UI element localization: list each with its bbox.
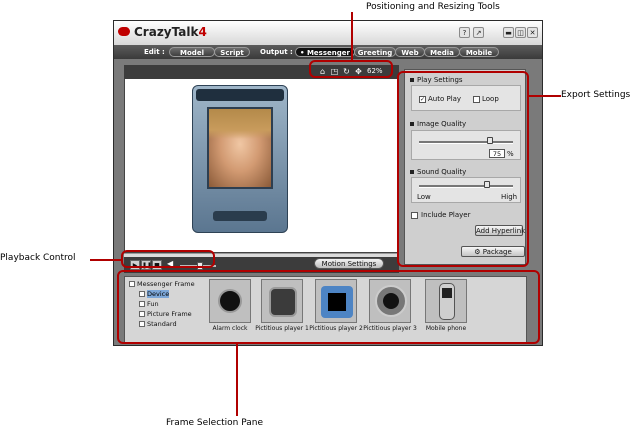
- close-button[interactable]: ✕: [527, 27, 538, 38]
- avatar-face-image: [207, 107, 273, 189]
- minimize-button[interactable]: ▬: [503, 27, 514, 38]
- frame-top-bar: [196, 89, 284, 101]
- tab-mobile[interactable]: Mobile: [459, 47, 499, 57]
- app-logo: CrazyTalk4: [134, 25, 207, 39]
- highlight-frame-selection: [117, 270, 540, 344]
- highlight-positioning-tools: [309, 60, 393, 78]
- logo-mark-icon: [118, 27, 130, 36]
- restore-button[interactable]: ◫: [515, 27, 526, 38]
- tab-greeting[interactable]: Greeting: [354, 47, 396, 57]
- help-button[interactable]: ?: [459, 27, 470, 38]
- leader-playback: [90, 259, 121, 261]
- avatar-hair: [209, 109, 271, 139]
- leader-export: [529, 95, 561, 97]
- tool-button[interactable]: ↗: [473, 27, 484, 38]
- leader-frames: [236, 344, 238, 416]
- leader-positioning: [351, 12, 353, 60]
- frame-bottom-controls: [213, 211, 267, 221]
- tab-messenger[interactable]: • Messenger: [295, 47, 355, 57]
- callout-positioning-tools: Positioning and Resizing Tools: [366, 2, 500, 12]
- mode-menu-bar: Edit : Model Script Output : • Messenger…: [114, 45, 542, 59]
- callout-export-settings: Export Settings: [561, 90, 631, 100]
- output-label: Output :: [260, 48, 293, 56]
- callout-frame-selection: Frame Selection Pane: [166, 418, 264, 428]
- app-title: CrazyTalk: [134, 25, 199, 39]
- tab-web[interactable]: Web: [395, 47, 425, 57]
- edit-label: Edit :: [144, 48, 165, 56]
- messenger-frame-preview: [192, 85, 288, 233]
- title-bar: CrazyTalk4 ? ↗ ▬ ◫ ✕: [114, 21, 542, 45]
- tab-script[interactable]: Script: [214, 47, 250, 57]
- highlight-playback-control: [121, 250, 215, 268]
- callout-playback-control: Playback Control: [0, 253, 76, 263]
- tab-model[interactable]: Model: [169, 47, 215, 57]
- highlight-export-settings: [397, 71, 529, 267]
- tab-media[interactable]: Media: [424, 47, 460, 57]
- app-version: 4: [198, 25, 207, 39]
- motion-settings-button[interactable]: Motion Settings: [314, 258, 384, 269]
